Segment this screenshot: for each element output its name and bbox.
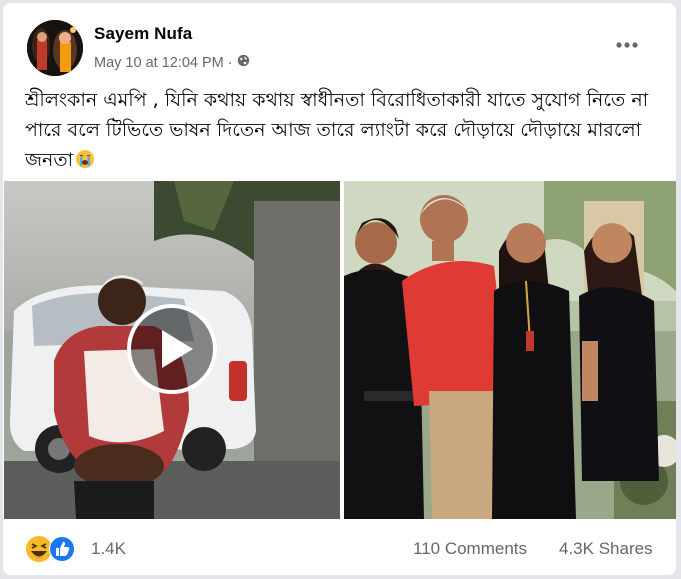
haha-reaction-icon <box>26 536 52 562</box>
post-card: Sayem Nufa May 10 at 12:04 PM · শ্রীলংকা… <box>3 3 676 575</box>
meta-separator: · <box>227 54 233 71</box>
more-options-button[interactable] <box>609 31 645 59</box>
more-horizontal-icon <box>615 36 639 54</box>
post-meta: May 10 at 12:04 PM · <box>94 54 250 71</box>
group-photo[interactable] <box>344 181 676 519</box>
reaction-icons[interactable] <box>25 534 85 564</box>
globe-icon[interactable] <box>237 54 250 71</box>
play-button-icon[interactable] <box>126 303 218 395</box>
post-body: শ্রীলংকান এমপি , যিনি কথায় কথায় স্বাধী… <box>25 89 649 171</box>
author-avatar[interactable] <box>27 20 83 76</box>
reaction-count[interactable]: 1.4K <box>91 539 126 559</box>
video-thumbnail[interactable] <box>4 181 340 519</box>
author-name[interactable]: Sayem Nufa <box>94 24 192 44</box>
post-text: শ্রীলংকান এমপি , যিনি কথায় কথায় স্বাধী… <box>25 85 665 175</box>
crying-face-emoji-icon <box>75 148 95 168</box>
post-timestamp[interactable]: May 10 at 12:04 PM <box>94 55 224 71</box>
shares-count-link[interactable]: 4.3K Shares <box>559 539 653 559</box>
comments-count-link[interactable]: 110 Comments <box>413 539 527 559</box>
like-reaction-icon <box>49 536 75 562</box>
